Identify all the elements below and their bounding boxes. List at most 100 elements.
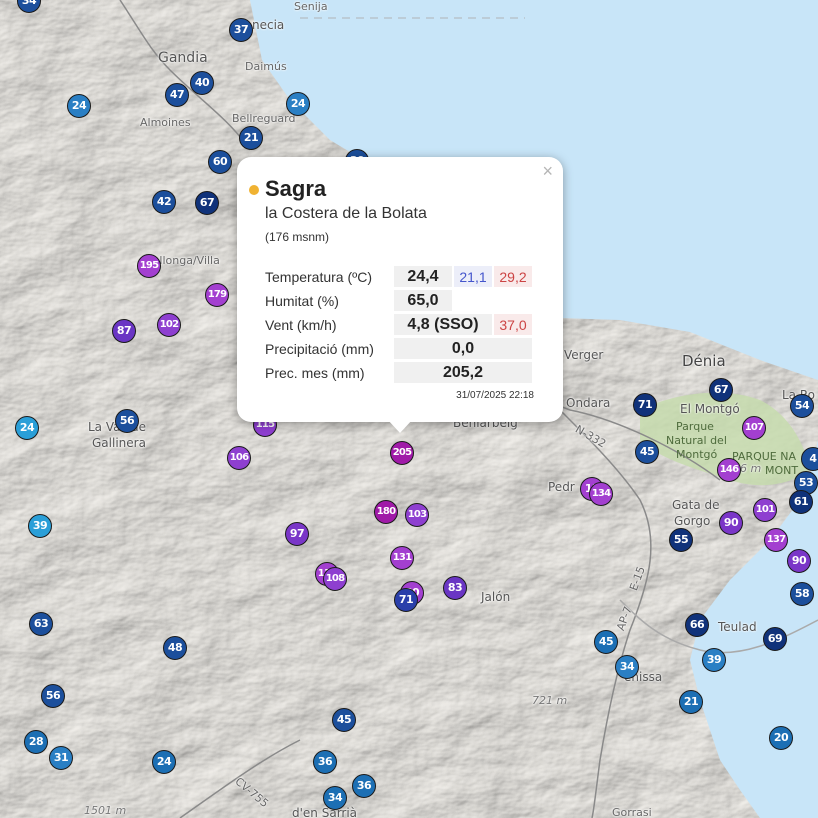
station-marker[interactable]: 37 <box>229 18 253 42</box>
place-label: Dénia <box>682 352 726 370</box>
place-label: Parque <box>676 420 714 433</box>
station-marker[interactable]: 36 <box>352 774 376 798</box>
station-marker[interactable]: 97 <box>285 522 309 546</box>
station-marker[interactable]: 24 <box>286 92 310 116</box>
humidity-value: 65,0 <box>394 290 452 311</box>
temperature-min: 21,1 <box>454 266 492 287</box>
month-precipitation-value: 205,2 <box>394 362 532 383</box>
place-label: Gorrasi <box>612 806 652 818</box>
station-marker[interactable]: 34 <box>323 786 347 810</box>
wind-label: Vent (km/h) <box>265 316 337 333</box>
place-label: Teulad <box>718 620 757 634</box>
station-marker[interactable]: 21 <box>679 690 703 714</box>
station-marker[interactable]: 195 <box>137 254 161 278</box>
station-marker[interactable]: 58 <box>790 582 814 606</box>
station-marker[interactable]: 56 <box>41 684 65 708</box>
place-label: d'en Sarrià <box>292 806 358 818</box>
station-marker[interactable]: 20 <box>769 726 793 750</box>
place-label: Montgó <box>676 448 718 461</box>
station-marker[interactable]: 4 <box>801 447 818 471</box>
status-dot <box>249 185 259 195</box>
station-marker[interactable]: 24 <box>152 750 176 774</box>
station-marker[interactable]: 45 <box>635 440 659 464</box>
place-label: Gallinera <box>92 436 146 450</box>
station-marker[interactable]: 102 <box>157 313 181 337</box>
temperature-value: 24,4 <box>394 266 452 287</box>
station-marker[interactable]: 55 <box>669 528 693 552</box>
station-marker[interactable]: 146 <box>717 458 741 482</box>
place-label: necia <box>252 18 285 32</box>
wind-gust: 37,0 <box>494 314 532 335</box>
table-row: Temperatura (ºC) 24,4 21,1 29,2 <box>265 266 532 287</box>
station-marker[interactable]: 66 <box>685 613 709 637</box>
elevation-label: 1501 m <box>84 804 127 817</box>
precipitation-label: Precipitació (mm) <box>265 340 374 357</box>
station-marker[interactable]: 28 <box>24 730 48 754</box>
station-marker[interactable]: 48 <box>163 636 187 660</box>
station-marker[interactable]: 90 <box>719 511 743 535</box>
place-label: Gata de <box>672 498 720 512</box>
station-marker[interactable]: 137 <box>764 528 788 552</box>
station-marker[interactable]: 67 <box>195 191 219 215</box>
station-marker[interactable]: 67 <box>709 378 733 402</box>
station-marker[interactable]: 71 <box>394 588 418 612</box>
table-row: Vent (km/h) 4,8 (SSO) 37,0 <box>265 314 532 335</box>
station-marker[interactable]: 42 <box>152 190 176 214</box>
readings-table: Temperatura (ºC) 24,4 21,1 29,2 Humitat … <box>263 263 534 386</box>
station-marker[interactable]: 69 <box>763 627 787 651</box>
station-marker[interactable]: 108 <box>323 567 347 591</box>
place-label: Ondara <box>566 396 611 410</box>
place-label: Verger <box>564 348 604 362</box>
station-marker[interactable]: 45 <box>594 630 618 654</box>
station-marker[interactable]: 45 <box>332 708 356 732</box>
place-label: Almoines <box>140 116 191 129</box>
place-label: Gorgo <box>674 514 711 528</box>
station-marker[interactable]: 131 <box>390 546 414 570</box>
station-marker[interactable]: 31 <box>49 746 73 770</box>
place-label: Senija <box>294 0 328 13</box>
precipitation-value: 0,0 <box>394 338 532 359</box>
temperature-label: Temperatura (ºC) <box>265 268 373 285</box>
place-label: MONT <box>765 464 799 477</box>
station-marker[interactable]: 36 <box>313 750 337 774</box>
station-marker[interactable]: 39 <box>28 514 52 538</box>
station-marker[interactable]: 54 <box>790 394 814 418</box>
station-marker[interactable]: 90 <box>787 549 811 573</box>
station-marker[interactable]: 134 <box>589 482 613 506</box>
humidity-label: Humitat (%) <box>265 292 339 309</box>
temperature-max: 29,2 <box>494 266 532 287</box>
station-marker[interactable]: 56 <box>115 409 139 433</box>
table-row: Prec. mes (mm) 205,2 <box>265 362 532 383</box>
table-row: Precipitació (mm) 0,0 <box>265 338 532 359</box>
elevation-label: 721 m <box>532 694 568 707</box>
place-label: Natural del <box>666 434 727 447</box>
station-marker[interactable]: 24 <box>15 416 39 440</box>
station-marker[interactable]: 101 <box>753 498 777 522</box>
station-marker[interactable]: 39 <box>702 648 726 672</box>
station-marker[interactable]: 107 <box>742 416 766 440</box>
station-marker[interactable]: 87 <box>112 319 136 343</box>
station-marker[interactable]: 21 <box>239 126 263 150</box>
station-marker[interactable]: 47 <box>165 83 189 107</box>
table-row: Humitat (%) 65,0 <box>265 290 532 311</box>
station-marker[interactable]: 71 <box>633 393 657 417</box>
station-marker[interactable]: 106 <box>227 446 251 470</box>
station-marker[interactable]: 61 <box>789 490 813 514</box>
popup-pointer <box>387 419 413 433</box>
station-marker[interactable]: 179 <box>205 283 229 307</box>
elevation-label: 6 m <box>740 462 762 475</box>
station-marker[interactable]: 60 <box>208 150 232 174</box>
station-marker[interactable]: 34 <box>615 655 639 679</box>
station-marker[interactable]: 205 <box>390 441 414 465</box>
station-marker[interactable]: 103 <box>405 503 429 527</box>
station-marker[interactable]: 63 <box>29 612 53 636</box>
station-marker[interactable]: 40 <box>190 71 214 95</box>
station-marker[interactable]: 83 <box>443 576 467 600</box>
place-label: El Montgó <box>680 402 740 416</box>
timestamp: 31/07/2025 22:18 <box>456 390 534 401</box>
wind-value: 4,8 (SSO) <box>394 314 492 335</box>
station-marker[interactable]: 180 <box>374 500 398 524</box>
close-icon[interactable]: × <box>542 161 553 182</box>
station-marker[interactable]: 24 <box>67 94 91 118</box>
station-region: la Costera de la Bolata <box>265 205 427 222</box>
